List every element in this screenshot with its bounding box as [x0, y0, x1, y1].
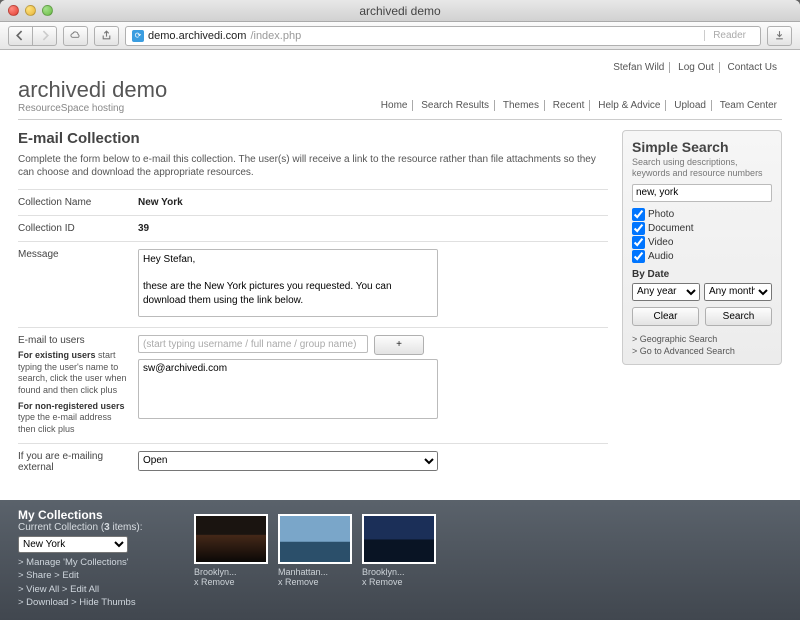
- contact-link[interactable]: Contact Us: [723, 62, 782, 73]
- geographic-search-link[interactable]: > Geographic Search: [632, 334, 772, 344]
- share-button[interactable]: [94, 26, 119, 46]
- collection-select[interactable]: New York: [18, 536, 128, 553]
- type-photo[interactable]: Photo: [632, 208, 772, 221]
- advanced-search-link[interactable]: > Go to Advanced Search: [632, 346, 772, 356]
- thumb-image[interactable]: [278, 514, 352, 564]
- window-titlebar: archivedi demo: [0, 0, 800, 22]
- month-select[interactable]: Any month: [704, 283, 772, 301]
- thumb-item: Manhattan... x Remove: [278, 514, 352, 587]
- downloads-button[interactable]: [767, 26, 792, 46]
- search-input[interactable]: [632, 184, 772, 202]
- type-document-checkbox[interactable]: [632, 222, 645, 235]
- thumb-caption: Brooklyn...: [194, 567, 268, 577]
- thumb-caption: Manhattan...: [278, 567, 352, 577]
- thumb-image[interactable]: [194, 514, 268, 564]
- user-nav: Stefan Wild Log Out Contact Us: [18, 62, 782, 73]
- collection-name-label: Collection Name: [18, 197, 138, 208]
- collection-id-value: 39: [138, 223, 608, 234]
- thumb-remove-link[interactable]: x Remove: [278, 577, 352, 587]
- url-domain: demo.archivedi.com: [148, 30, 246, 42]
- share-edit-links[interactable]: > Share > Edit: [18, 570, 79, 581]
- clear-button[interactable]: Clear: [632, 307, 699, 326]
- view-edit-all-links[interactable]: > View All > Edit All: [18, 584, 99, 595]
- nav-search-results[interactable]: Search Results: [416, 100, 495, 111]
- url-path: /index.php: [250, 30, 301, 42]
- nav-help[interactable]: Help & Advice: [593, 100, 666, 111]
- download-hide-links[interactable]: > Download > Hide Thumbs: [18, 597, 136, 608]
- minimize-icon[interactable]: [25, 5, 36, 16]
- current-collection-label: Current Collection (: [18, 522, 104, 533]
- message-textarea[interactable]: Hey Stefan, these are the New York pictu…: [138, 249, 438, 317]
- type-audio[interactable]: Audio: [632, 250, 772, 263]
- search-button[interactable]: Search: [705, 307, 772, 326]
- browser-toolbar: ⟳ demo.archivedi.com/index.php Reader: [0, 22, 800, 50]
- collections-footer: My Collections Current Collection (3 ite…: [0, 500, 800, 620]
- reader-button[interactable]: Reader: [704, 30, 754, 41]
- page-intro: Complete the form below to e-mail this c…: [18, 153, 608, 179]
- thumb-image[interactable]: [362, 514, 436, 564]
- icloud-button[interactable]: [63, 26, 88, 46]
- my-collections-heading: My Collections: [18, 508, 178, 522]
- simple-search-panel: Simple Search Search using descriptions,…: [622, 130, 782, 365]
- close-icon[interactable]: [8, 5, 19, 16]
- type-photo-checkbox[interactable]: [632, 208, 645, 221]
- thumb-remove-link[interactable]: x Remove: [194, 577, 268, 587]
- user-search-input[interactable]: (start typing username / full name / gro…: [138, 335, 368, 353]
- access-select[interactable]: Open: [138, 451, 438, 471]
- type-audio-checkbox[interactable]: [632, 250, 645, 263]
- access-intro-label: If you are e-mailing external: [18, 451, 138, 473]
- collection-name-value: New York: [138, 197, 608, 208]
- nav-themes[interactable]: Themes: [498, 100, 545, 111]
- nav-recent[interactable]: Recent: [548, 100, 591, 111]
- collection-id-label: Collection ID: [18, 223, 138, 234]
- help-nonreg-label: For non-registered users: [18, 401, 125, 411]
- current-user[interactable]: Stefan Wild: [608, 62, 670, 73]
- nav-upload[interactable]: Upload: [669, 100, 712, 111]
- thumb-item: Brooklyn... x Remove: [194, 514, 268, 587]
- users-textarea[interactable]: sw@archivedi.com: [138, 359, 438, 419]
- help-existing-label: For existing users: [18, 350, 96, 360]
- logout-link[interactable]: Log Out: [673, 62, 720, 73]
- type-video[interactable]: Video: [632, 236, 772, 249]
- year-select[interactable]: Any year: [632, 283, 700, 301]
- window-title: archivedi demo: [0, 4, 800, 18]
- thumb-caption: Brooklyn...: [362, 567, 436, 577]
- type-video-checkbox[interactable]: [632, 236, 645, 249]
- forward-button[interactable]: [32, 26, 57, 46]
- thumb-item: Brooklyn... x Remove: [362, 514, 436, 587]
- message-label: Message: [18, 249, 138, 320]
- page-title: E-mail Collection: [18, 130, 608, 147]
- help-nonreg-text: type the e-mail address then click plus: [18, 412, 112, 434]
- type-document[interactable]: Document: [632, 222, 772, 235]
- search-title: Simple Search: [632, 139, 772, 155]
- manage-collections-link[interactable]: > Manage 'My Collections': [18, 557, 129, 568]
- site-favicon: ⟳: [132, 30, 144, 42]
- by-date-label: By Date: [632, 269, 772, 280]
- add-user-button[interactable]: +: [374, 335, 424, 355]
- maximize-icon[interactable]: [42, 5, 53, 16]
- back-button[interactable]: [8, 26, 32, 46]
- url-bar[interactable]: ⟳ demo.archivedi.com/index.php Reader: [125, 26, 761, 46]
- nav-team-center[interactable]: Team Center: [715, 100, 782, 111]
- nav-home[interactable]: Home: [376, 100, 414, 111]
- thumb-remove-link[interactable]: x Remove: [362, 577, 436, 587]
- search-desc: Search using descriptions, keywords and …: [632, 157, 772, 179]
- email-users-label: E-mail to users: [18, 335, 85, 346]
